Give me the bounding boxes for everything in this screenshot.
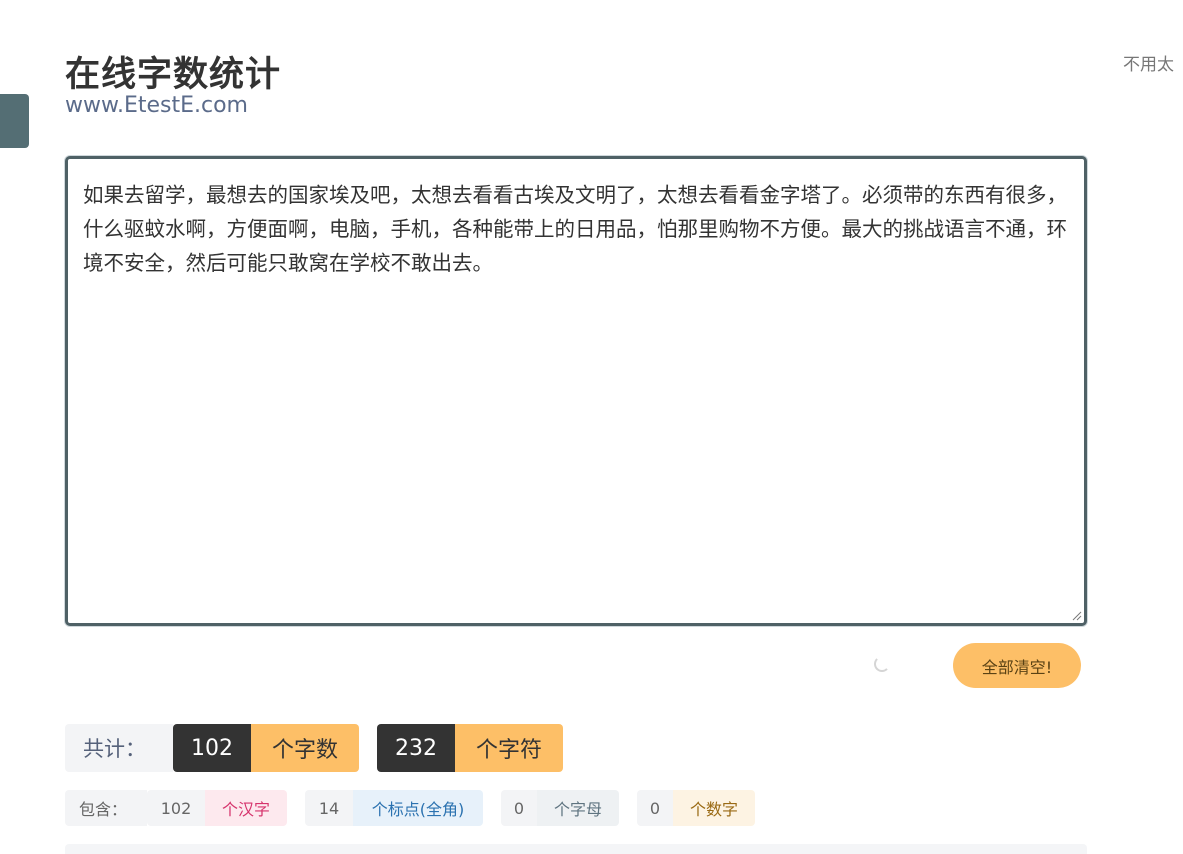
clear-all-button[interactable]: 全部清空!: [953, 643, 1081, 688]
digit-count-unit: 个数字: [673, 790, 755, 826]
symbol-count-unit: 个字符: [455, 724, 563, 772]
char-count-unit: 个字数: [251, 724, 359, 772]
resize-handle-icon[interactable]: [1072, 611, 1082, 621]
letter-count-unit: 个字母: [537, 790, 619, 826]
site-url: www.EtestE.com: [65, 93, 248, 118]
text-input-area[interactable]: 如果去留学，最想去的国家埃及吧，太想去看看古埃及文明了，太想去看看金字塔了。必须…: [65, 156, 1087, 626]
letter-count-badge: 0 个字母: [501, 790, 619, 826]
char-count-badge: 102 个字数: [173, 724, 359, 772]
hanzi-count-badge: 102 个汉字: [147, 790, 287, 826]
digit-count-badge: 0 个数字: [637, 790, 755, 826]
total-label: 共计：: [65, 724, 173, 772]
letter-count-value: 0: [501, 790, 537, 826]
digit-count-value: 0: [637, 790, 673, 826]
hanzi-count-unit: 个汉字: [205, 790, 287, 826]
hanzi-count-value: 102: [147, 790, 205, 826]
char-count-value: 102: [173, 724, 251, 772]
page-title: 在线字数统计: [65, 55, 282, 95]
loading-spinner-icon: [874, 656, 890, 672]
symbol-count-value: 232: [377, 724, 455, 772]
text-input-content[interactable]: 如果去留学，最想去的国家埃及吧，太想去看看古埃及文明了，太想去看看金字塔了。必须…: [83, 178, 1073, 280]
total-stats: 共计： 102 个字数 232 个字符: [65, 724, 563, 772]
punct-count-unit: 个标点(全角): [353, 790, 483, 826]
symbol-count-badge: 232 个字符: [377, 724, 563, 772]
punct-count-value: 14: [305, 790, 353, 826]
side-panel-toggle[interactable]: [0, 94, 29, 148]
top-right-text: 不用太: [1123, 55, 1174, 75]
punct-count-badge: 14 个标点(全角): [305, 790, 483, 826]
detail-stats: 包含： 102 个汉字 14 个标点(全角) 0 个字母 0 个数字: [65, 790, 755, 826]
detail-label: 包含：: [65, 790, 147, 826]
results-panel: [65, 844, 1087, 854]
